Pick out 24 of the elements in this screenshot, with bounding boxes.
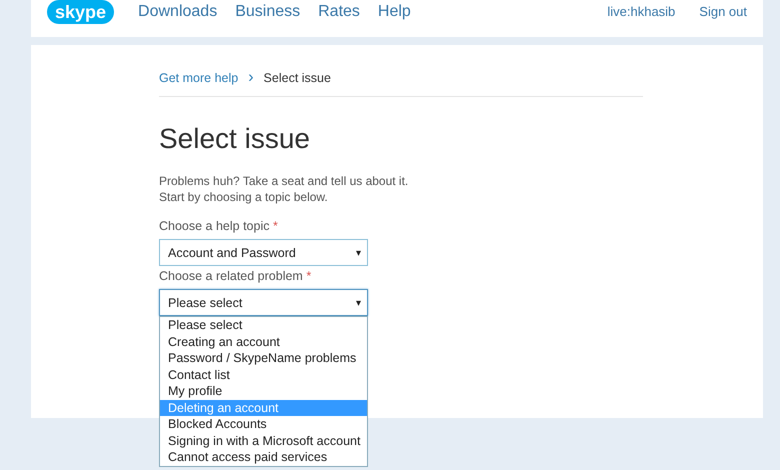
field-label: Choose a help topic * <box>159 219 279 233</box>
select-field[interactable]: Account and Password ▾ <box>159 239 368 266</box>
dropdown-option[interactable]: Signing in with a Microsoft account <box>160 432 367 449</box>
dropdown-option[interactable]: Cannot access paid services <box>160 449 367 466</box>
dropdown-option[interactable]: Creating an account <box>160 334 367 350</box>
nav-link[interactable]: Downloads <box>138 2 218 20</box>
page-title: Select issue <box>159 123 311 155</box>
intro-text: Start by choosing a topic below. <box>159 189 329 205</box>
dropdown-option[interactable]: My profile <box>160 383 367 400</box>
breadcrumb-current: Select issue <box>264 71 331 85</box>
user-link[interactable]: live:hkhasib <box>607 4 676 19</box>
sign-out-link[interactable]: Sign out <box>699 4 747 19</box>
select-field[interactable]: Please select ▾ <box>159 289 368 316</box>
intro-text: Problems huh? Take a seat and tell us about it. <box>159 173 410 189</box>
field-label: Choose a related problem * <box>159 269 312 283</box>
nav-link[interactable]: Business <box>235 2 300 20</box>
breadcrumb-link[interactable]: Get more help <box>159 71 238 85</box>
breadcrumb-separator: › <box>248 71 254 85</box>
dropdown-option[interactable]: Password / SkypeName problems <box>160 350 367 366</box>
dropdown-option[interactable]: Blocked Accounts <box>160 416 367 432</box>
dropdown-option[interactable]: Please select <box>160 317 367 334</box>
dropdown-option[interactable]: Contact list <box>160 366 367 383</box>
nav-link[interactable]: Rates <box>318 2 360 20</box>
nav-link[interactable]: Help <box>378 2 411 20</box>
